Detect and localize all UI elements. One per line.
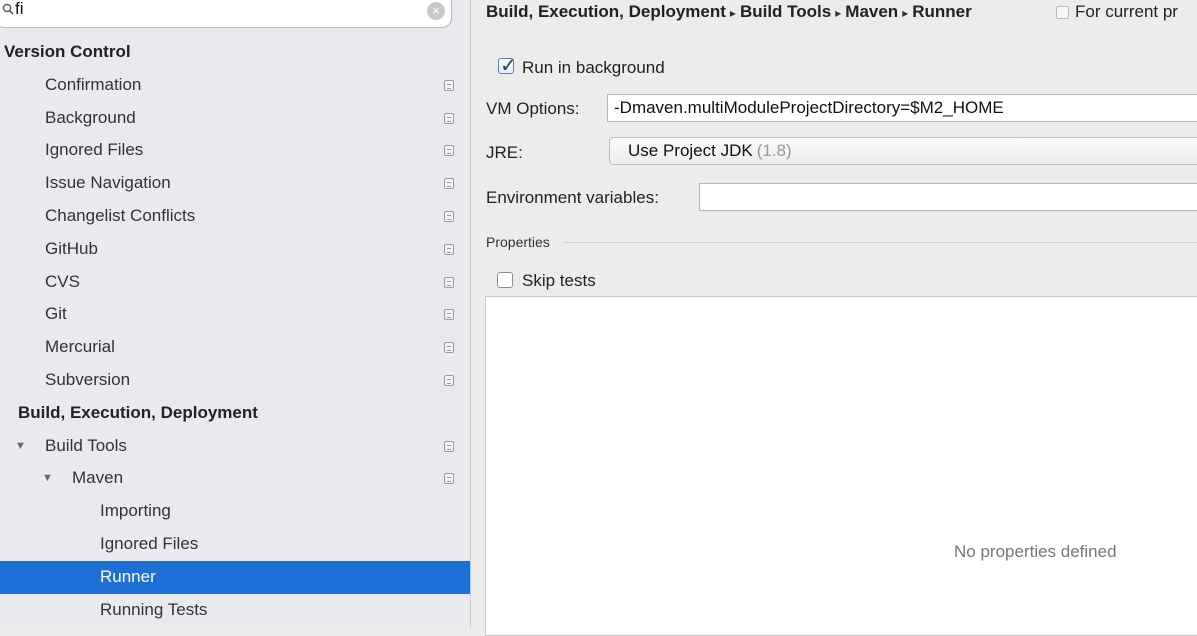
- project-level-icon: [444, 178, 454, 190]
- sidebar-item-label: Mercurial: [45, 337, 115, 357]
- settings-tree: Version Control Confirmation Background Ign…: [0, 36, 470, 626]
- sidebar-item-label: Changelist Conflicts: [45, 205, 196, 225]
- project-level-icon: [444, 342, 454, 354]
- skip-tests-checkbox[interactable]: [497, 272, 513, 288]
- run-in-background-label: Run in background: [522, 58, 665, 77]
- sidebar-item-label: Confirmation: [45, 74, 142, 94]
- sidebar-item-label: Build, Execution, Deployment: [18, 402, 258, 422]
- skip-tests-label: Skip tests: [522, 271, 596, 290]
- sidebar-item-label: Issue Navigation: [45, 173, 171, 193]
- expand-arrow-icon[interactable]: ▼: [42, 462, 53, 495]
- jre-version-hint: (1.8): [756, 141, 792, 160]
- for-current-project-label: For current pr: [1075, 2, 1178, 21]
- jre-select[interactable]: Use Project JDK (1.8): [609, 137, 1197, 165]
- sidebar-item-label: Subversion: [45, 369, 131, 389]
- empty-properties-text: No properties defined: [954, 542, 1117, 561]
- sidebar-item-confirmation[interactable]: Confirmation: [0, 69, 470, 102]
- vm-options-label: VM Options:: [486, 99, 580, 118]
- environment-variables-field[interactable]: [699, 183, 1197, 211]
- sidebar-item-build-execution-deployment[interactable]: Build, Execution, Deployment: [0, 397, 470, 430]
- environment-variables-label: Environment variables:: [486, 188, 659, 207]
- sidebar-item-issue-navigation[interactable]: Issue Navigation: [0, 167, 470, 200]
- breadcrumb: Build, Execution, Deployment ▸ Build Tools…: [486, 2, 972, 22]
- sidebar-item-label: Maven: [72, 468, 124, 488]
- for-current-project-checkbox[interactable]: [1056, 6, 1069, 20]
- runner-settings-panel: Build, Execution, Deployment ▸ Build Tools…: [471, 0, 1197, 636]
- sidebar-item-label: Background: [45, 107, 136, 127]
- sidebar-item-maven-ignored-files[interactable]: Ignored Files: [0, 528, 470, 561]
- vm-options-field[interactable]: -Dmaven.multiModuleProjectDirectory=$M2_…: [607, 94, 1197, 122]
- expand-arrow-icon[interactable]: ▼: [15, 430, 26, 463]
- breadcrumb-item[interactable]: Maven: [845, 2, 898, 21]
- project-level-icon: [444, 210, 454, 222]
- clear-search-icon[interactable]: ×: [427, 2, 445, 20]
- sidebar-item-label: Version Control: [4, 42, 131, 61]
- sidebar-item-cvs[interactable]: CVS: [0, 266, 470, 299]
- project-level-icon: [444, 374, 454, 386]
- sidebar-item-runner[interactable]: Runner: [0, 560, 470, 594]
- sidebar-item-background[interactable]: Background: [0, 102, 470, 135]
- sidebar-item-label: Git: [45, 304, 67, 324]
- project-level-icon: [444, 309, 454, 321]
- sidebar-item-label: Ignored Files: [45, 140, 144, 160]
- sidebar-item-label: Ignored Files: [100, 533, 199, 553]
- sidebar-item-importing[interactable]: Importing: [0, 495, 470, 528]
- properties-divider: [563, 242, 1197, 243]
- jre-selected-value: Use Project JDK: [628, 141, 753, 160]
- project-level-icon: [444, 440, 454, 452]
- settings-sidebar: fi × Version Control Confirmation Backgrou…: [0, 0, 471, 628]
- project-level-icon: [444, 79, 454, 91]
- breadcrumb-separator-icon: ▸: [902, 6, 909, 20]
- sidebar-item-label: Runner: [100, 566, 156, 586]
- project-level-icon: [444, 243, 454, 255]
- properties-section-title: Properties: [486, 234, 550, 250]
- sidebar-item-changelist-conflicts[interactable]: Changelist Conflicts: [0, 200, 470, 233]
- project-level-icon: [444, 112, 454, 124]
- sidebar-item-label: GitHub: [45, 238, 98, 258]
- sidebar-item-label: Build Tools: [45, 435, 127, 455]
- project-level-icon: [444, 473, 454, 485]
- sidebar-item-label: CVS: [45, 271, 80, 291]
- sidebar-item-running-tests[interactable]: Running Tests: [0, 594, 470, 627]
- breadcrumb-separator-icon: ▸: [729, 6, 736, 20]
- breadcrumb-item[interactable]: Build Tools: [740, 2, 831, 21]
- sidebar-item-github[interactable]: GitHub: [0, 233, 470, 266]
- settings-search-field[interactable]: fi ×: [0, 0, 452, 28]
- properties-table[interactable]: No properties defined: [485, 296, 1197, 636]
- sidebar-item-maven[interactable]: ▼ Maven: [0, 462, 470, 495]
- sidebar-item-version-control[interactable]: Version Control: [0, 36, 470, 69]
- search-icon: [2, 3, 14, 15]
- project-level-icon: [444, 276, 454, 288]
- breadcrumb-item[interactable]: Runner: [912, 2, 972, 21]
- sidebar-item-git[interactable]: Git: [0, 298, 470, 331]
- sidebar-item-label: Importing: [100, 501, 171, 521]
- jre-label: JRE:: [486, 143, 523, 162]
- sidebar-item-subversion[interactable]: Subversion: [0, 364, 470, 397]
- sidebar-item-label: Running Tests: [100, 599, 208, 619]
- for-current-project-option[interactable]: For current pr: [1056, 2, 1178, 22]
- checkmark-icon: ✓: [500, 55, 517, 77]
- sidebar-item-ignored-files[interactable]: Ignored Files: [0, 134, 470, 167]
- sidebar-item-build-tools[interactable]: ▼ Build Tools: [0, 430, 470, 463]
- breadcrumb-separator-icon: ▸: [835, 6, 842, 20]
- run-in-background-checkbox[interactable]: ✓: [498, 55, 517, 77]
- search-input[interactable]: fi: [15, 0, 24, 19]
- project-level-icon: [444, 145, 454, 157]
- breadcrumb-item[interactable]: Build, Execution, Deployment: [486, 2, 726, 21]
- sidebar-item-mercurial[interactable]: Mercurial: [0, 331, 470, 364]
